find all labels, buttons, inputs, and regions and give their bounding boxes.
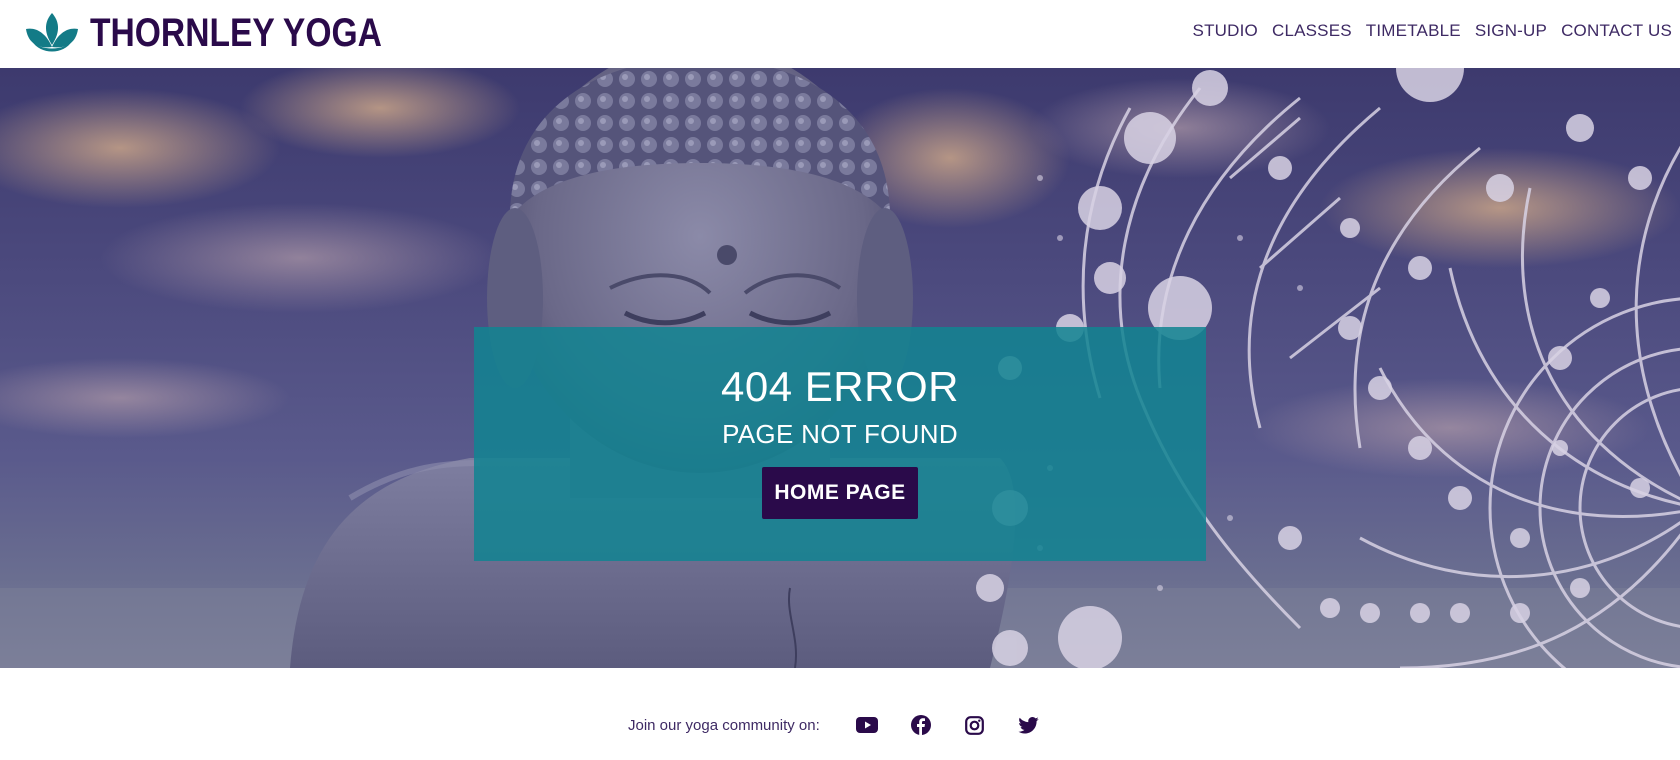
hero-section: 404 ERROR PAGE NOT FOUND HOME PAGE — [0, 68, 1680, 668]
main-nav: STUDIO CLASSES TIMETABLE SIGN-UP CONTACT… — [1179, 19, 1672, 43]
nav-item-sign-up[interactable]: SIGN-UP — [1475, 19, 1547, 43]
site-footer: Join our yoga community on: — [0, 668, 1680, 760]
home-page-button[interactable]: HOME PAGE — [762, 467, 918, 519]
nav-item-classes[interactable]: CLASSES — [1272, 19, 1352, 43]
join-community-text: Join our yoga community on: — [628, 716, 820, 734]
social-links: Join our yoga community on: — [628, 713, 1056, 737]
error-subtitle: PAGE NOT FOUND — [722, 419, 958, 449]
nav-item-timetable[interactable]: TIMETABLE — [1366, 19, 1461, 43]
site-header: THORNLEY YOGA STUDIO CLASSES TIMETABLE S… — [0, 0, 1680, 68]
facebook-icon — [910, 715, 931, 735]
instagram-link[interactable] — [963, 713, 987, 737]
nav-item-contact-us[interactable]: CONTACT US — [1561, 19, 1672, 43]
twitter-icon — [1018, 716, 1039, 733]
facebook-link[interactable] — [909, 713, 933, 737]
brand-home-link[interactable]: THORNLEY YOGA — [24, 8, 437, 58]
brand-name: THORNLEY YOGA — [90, 11, 382, 55]
youtube-icon — [855, 717, 878, 733]
error-panel: 404 ERROR PAGE NOT FOUND HOME PAGE — [474, 327, 1206, 561]
lotus-icon — [26, 13, 78, 52]
twitter-link[interactable] — [1017, 713, 1041, 737]
nav-item-studio[interactable]: STUDIO — [1193, 19, 1258, 43]
instagram-icon — [965, 715, 985, 735]
youtube-link[interactable] — [855, 713, 879, 737]
error-title: 404 ERROR — [721, 363, 959, 410]
